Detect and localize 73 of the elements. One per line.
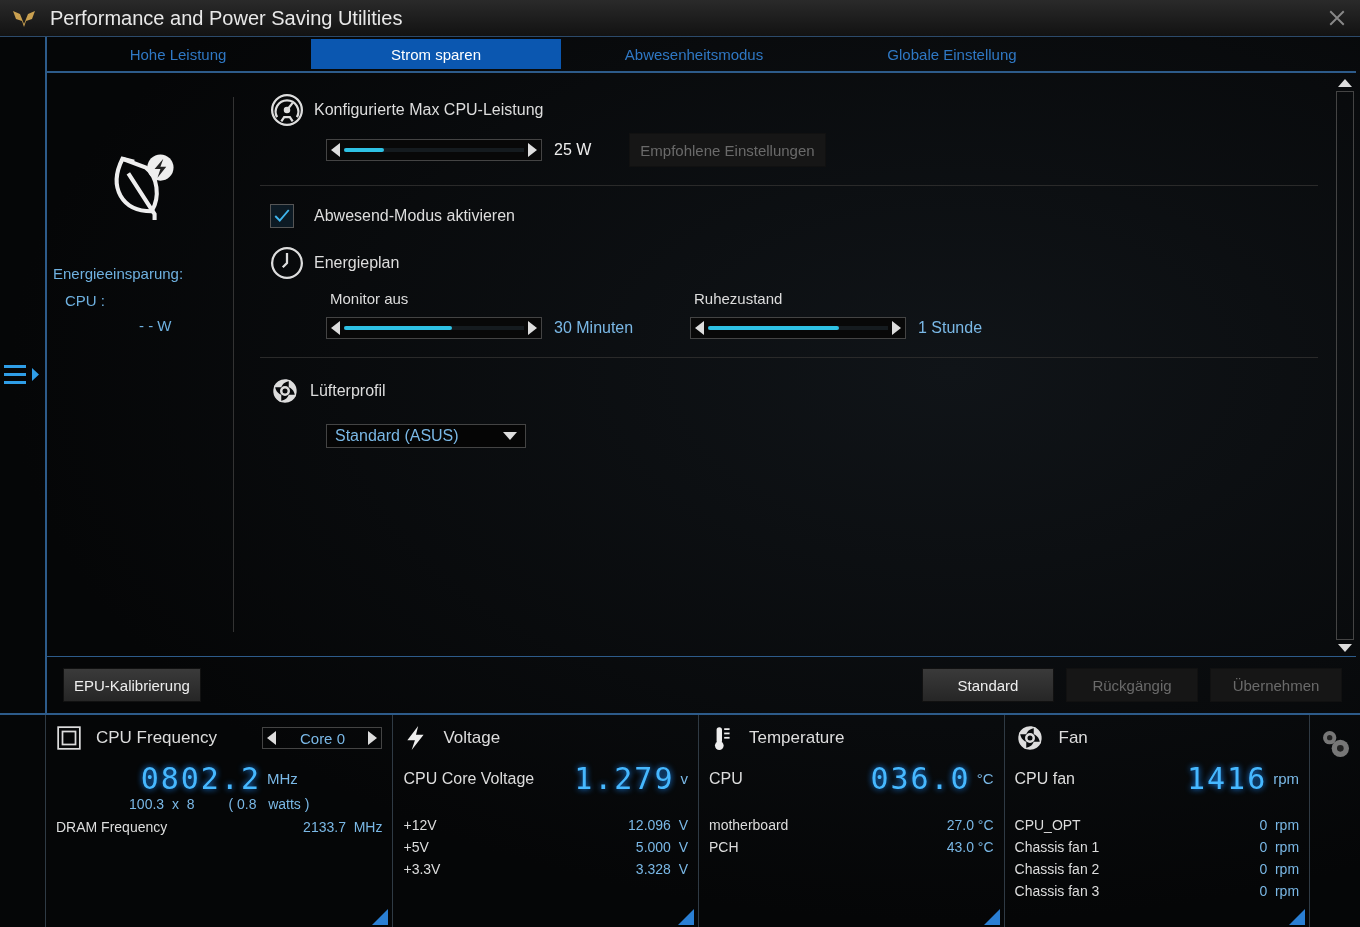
sensor-value: 43.0 °C xyxy=(946,839,994,855)
sensor-value: 0 rpm xyxy=(1259,839,1300,855)
tab[interactable]: Globale Einstellung xyxy=(827,39,1077,69)
frequency-detail: 100.3 x 8 xyxy=(129,796,195,812)
corner-resize-icon xyxy=(372,909,389,925)
sensor-value: 0 rpm xyxy=(1259,883,1300,899)
window-title: Performance and Power Saving Utilities xyxy=(50,6,404,30)
sensor-label: DRAM Frequency xyxy=(56,819,168,835)
slider[interactable] xyxy=(326,139,542,161)
sensor-value: 2133.7 MHz xyxy=(303,819,383,835)
slider-reading: 30 Minuten xyxy=(554,319,634,337)
sensor-label: CPU xyxy=(709,769,743,788)
scrollbar[interactable] xyxy=(1334,79,1356,652)
sensor-reading: 0802.2 xyxy=(140,761,261,796)
corner-resize-icon xyxy=(983,909,1000,925)
unit-label: MHz xyxy=(267,770,298,787)
sensor-value: 27.0 °C xyxy=(946,817,994,833)
sensor-value: 3.328 V xyxy=(635,861,688,877)
slider[interactable] xyxy=(690,317,906,339)
tab[interactable]: Abwesenheitsmodus xyxy=(569,39,819,69)
cpu-savings-value: - - W xyxy=(139,317,173,334)
sensor-reading: 1.279 xyxy=(574,761,675,796)
sensor-label: +5V xyxy=(403,839,429,855)
sensor-value: 5.000 V xyxy=(635,839,688,855)
panel-title: Fan xyxy=(1058,728,1088,748)
checkmark-icon xyxy=(273,207,291,225)
tab[interactable]: Hohe Leistung xyxy=(53,39,303,69)
sensor-value: 0 rpm xyxy=(1259,861,1300,877)
tab[interactable]: Strom sparen xyxy=(311,39,561,69)
sensor-label: Chassis fan 2 xyxy=(1014,861,1100,877)
frequency-detail: ( 0.8 watts ) xyxy=(228,796,310,812)
checkbox[interactable] xyxy=(270,204,294,228)
sensor-label: CPU Core Voltage xyxy=(403,769,535,788)
close-icon xyxy=(1328,9,1346,27)
panel-title: Voltage xyxy=(443,728,501,748)
sensor-label: CPU_OPT xyxy=(1014,817,1081,833)
sensor-reading: 036.0 xyxy=(870,761,971,796)
cpu-label: CPU : xyxy=(65,292,106,309)
sensor-value: 12.096 V xyxy=(628,817,688,833)
clock-icon xyxy=(270,246,304,280)
slider-label: Ruhezustand xyxy=(694,290,784,307)
unit-label: °C xyxy=(976,770,994,787)
chip-icon xyxy=(56,725,82,751)
slider-label: Monitor aus xyxy=(330,290,410,307)
gauge-icon xyxy=(270,93,304,127)
panel-title: Temperature xyxy=(749,728,845,748)
sensor-reading: 1416 xyxy=(1186,761,1268,796)
unit-label: rpm xyxy=(1273,770,1300,787)
action-button[interactable]: Standard xyxy=(922,668,1054,702)
savings-label: Energieeinsparung: xyxy=(53,265,185,282)
calibration-button[interactable]: EPU-Kalibrierung xyxy=(63,668,201,702)
panel-title: CPU Frequency xyxy=(96,728,217,748)
slider-reading: 25 W xyxy=(554,141,592,159)
section-title: Energieplan xyxy=(314,254,400,272)
corner-resize-icon xyxy=(678,909,694,925)
sensor-label: Chassis fan 3 xyxy=(1014,883,1100,899)
slider-reading: 1 Stunde xyxy=(918,319,983,337)
sensor-label: PCH xyxy=(709,839,739,855)
section-title: Lüfterprofil xyxy=(310,382,386,400)
unit-label: v xyxy=(680,770,688,787)
corner-resize-icon xyxy=(1289,909,1306,925)
sensor-label: Chassis fan 1 xyxy=(1014,839,1100,855)
sensor-label: CPU fan xyxy=(1014,769,1075,788)
fan-profile-dropdown[interactable]: Standard (ASUS) xyxy=(326,424,526,448)
checkbox-label: Abwesend-Modus aktivieren xyxy=(314,207,515,225)
sensor-label: +12V xyxy=(403,817,437,833)
sensor-label: +3.3V xyxy=(403,861,441,877)
slider[interactable] xyxy=(326,317,542,339)
core-selector[interactable]: Core 0 xyxy=(262,727,383,749)
section-title: Konfigurierte Max CPU-Leistung xyxy=(314,101,544,119)
sensor-value: 0 rpm xyxy=(1259,817,1300,833)
fan-icon xyxy=(270,376,300,406)
sensor-label: motherboard xyxy=(709,817,789,833)
